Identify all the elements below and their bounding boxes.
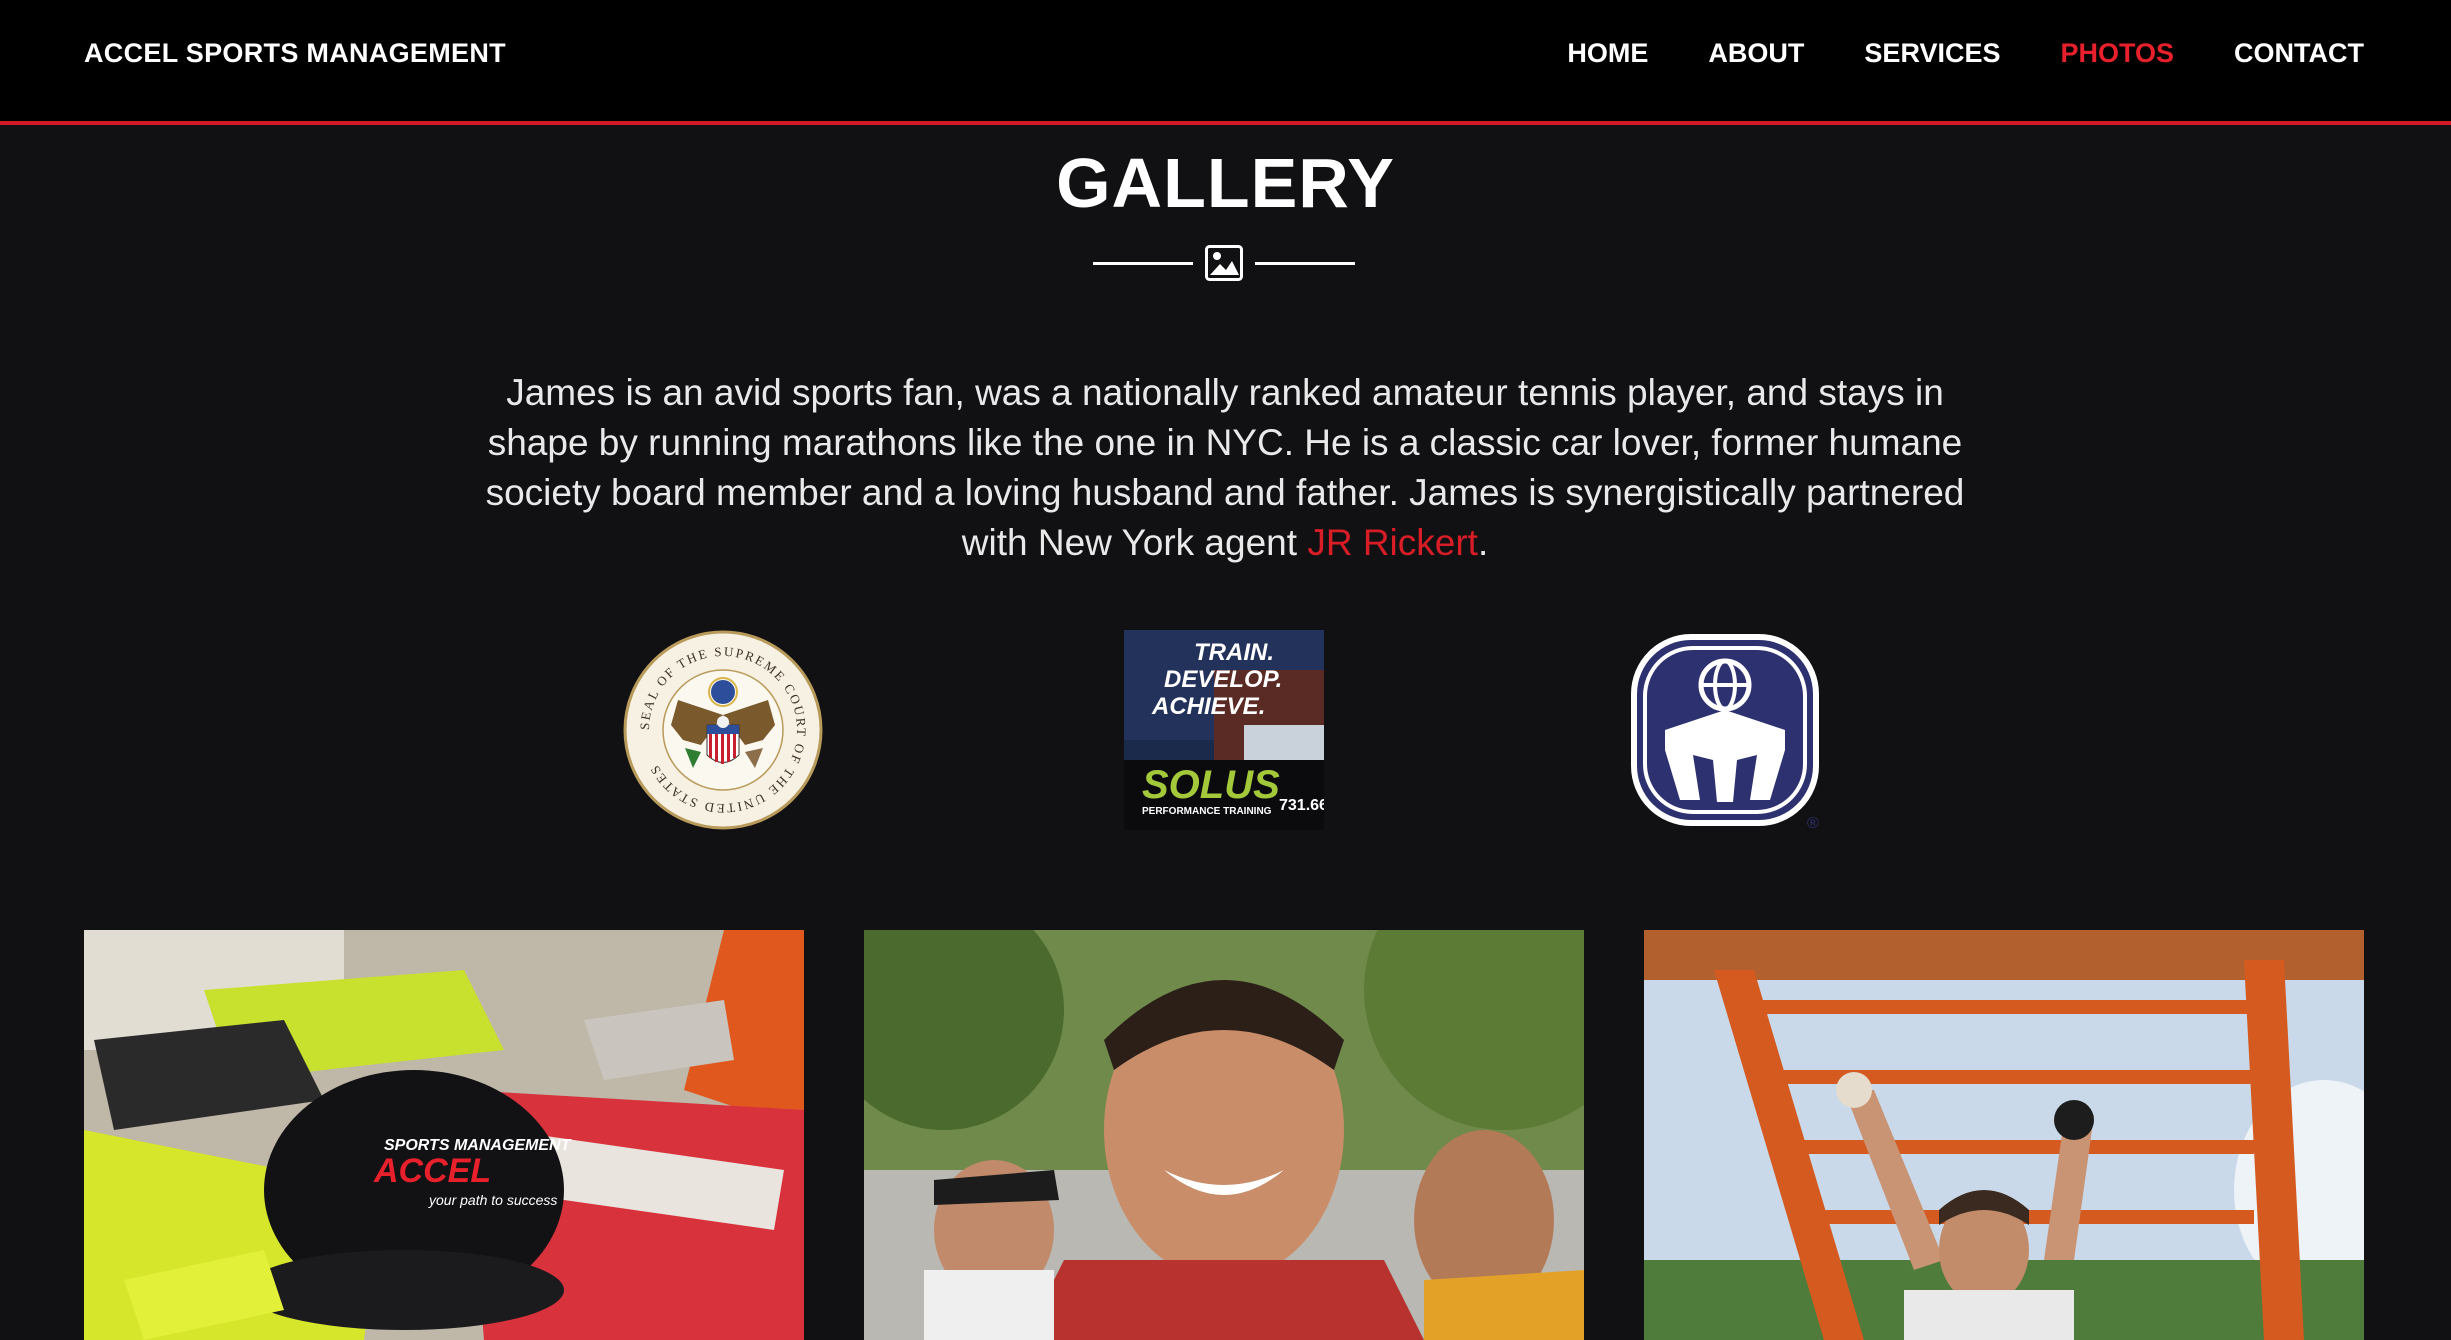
- brand-logo-link[interactable]: ACCEL SPORTS MANAGEMENT: [84, 38, 506, 69]
- mensa-logo: ®: [1625, 630, 1825, 830]
- cap-text-2: ACCEL: [373, 1152, 491, 1190]
- solus-training-logo: TRAIN. DEVELOP. ACHIEVE. SOLUS PERFORMAN…: [1124, 630, 1324, 830]
- image-icon: [1205, 245, 1243, 281]
- solus-line-1: TRAIN.: [1194, 639, 1274, 666]
- intro-paragraph: James is an avid sports fan, was a natio…: [470, 368, 1980, 568]
- main-nav: HOME ABOUT SERVICES PHOTOS CONTACT: [1567, 38, 2364, 69]
- nav-services[interactable]: SERVICES: [1864, 38, 2000, 69]
- divider-line-left: [1093, 262, 1193, 265]
- cap-text-3: your path to success: [428, 1192, 557, 1208]
- nav-about[interactable]: ABOUT: [1708, 38, 1804, 69]
- nav-contact[interactable]: CONTACT: [2234, 38, 2364, 69]
- nav-home[interactable]: HOME: [1567, 38, 1648, 69]
- top-navbar: ACCEL SPORTS MANAGEMENT HOME ABOUT SERVI…: [0, 0, 2451, 125]
- supreme-court-seal-logo: SEAL OF THE SUPREME COURT OF THE UNITED …: [623, 630, 823, 830]
- solus-sub: PERFORMANCE TRAINING: [1142, 806, 1272, 817]
- agent-link[interactable]: JR Rickert: [1307, 522, 1478, 563]
- mensa-registered-mark: ®: [1807, 815, 1819, 830]
- nav-photos[interactable]: PHOTOS: [2060, 38, 2174, 69]
- gallery-title: GALLERY: [1056, 144, 1395, 222]
- solus-phone: 731.66: [1279, 797, 1324, 814]
- gallery-photo-marathon[interactable]: [864, 930, 1584, 1340]
- intro-end: .: [1477, 522, 1489, 563]
- title-divider: [1093, 245, 1355, 281]
- solus-brand: SOLUS: [1142, 763, 1280, 807]
- gallery-photo-cleats[interactable]: SPORTS MANAGEMENT ACCEL your path to suc…: [84, 930, 804, 1340]
- solus-line-2: DEVELOP.: [1164, 666, 1282, 693]
- gallery-photo-obstacle[interactable]: [1644, 930, 2364, 1340]
- intro-text: James is an avid sports fan, was a natio…: [485, 372, 1965, 563]
- divider-line-right: [1255, 262, 1355, 265]
- solus-line-3: ACHIEVE.: [1151, 693, 1265, 720]
